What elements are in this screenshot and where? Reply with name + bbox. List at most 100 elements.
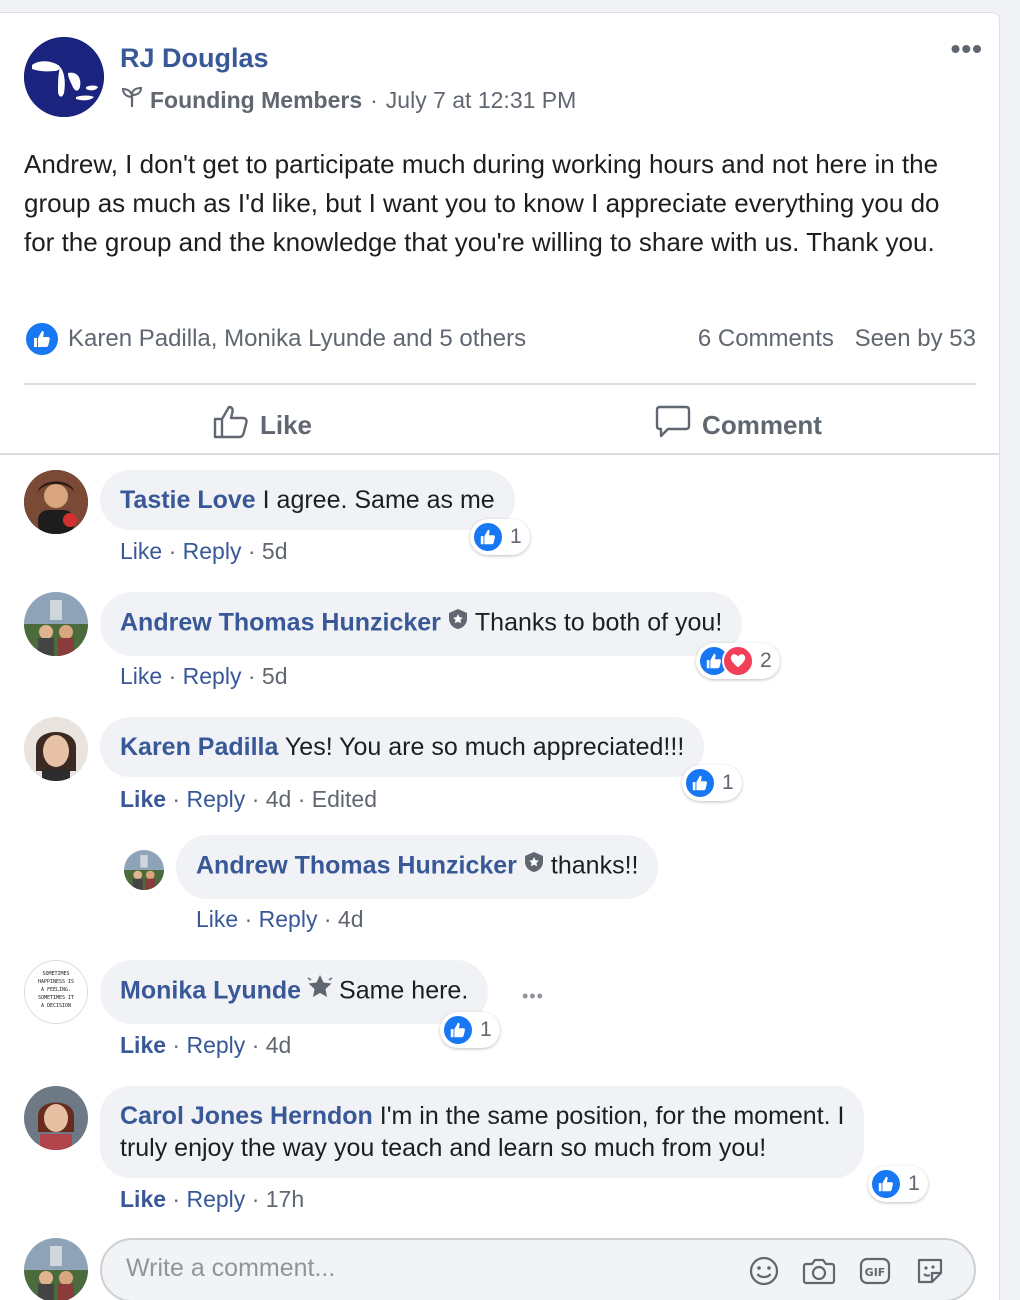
sprout-icon — [120, 85, 144, 115]
shield-star-icon[interactable] — [523, 849, 545, 881]
smiley-icon[interactable] — [748, 1255, 780, 1287]
svg-text:SOMETIMES IT: SOMETIMES IT — [38, 995, 74, 1001]
write-comment-input[interactable] — [126, 1254, 686, 1283]
comment-text: I agree. Same as me — [262, 486, 495, 514]
comment-text: thanks!! — [550, 851, 639, 880]
commenter-name[interactable]: Carol Jones Herndon — [120, 1102, 373, 1130]
svg-text:HAPPINESS IS: HAPPINESS IS — [38, 979, 74, 985]
composer-tools: GIF — [726, 1255, 946, 1287]
comment-time[interactable]: 4d — [266, 786, 292, 812]
author-avatar[interactable] — [24, 37, 104, 117]
comment-text-line1: I'm in the same position, for the moment… — [379, 1102, 845, 1130]
post-meta: Founding Members · July 7 at 12:31 PM — [120, 85, 576, 115]
post-more-options-button[interactable]: ••• — [951, 33, 983, 65]
camera-icon[interactable] — [802, 1255, 836, 1287]
post-action-bar: Like Comment — [24, 395, 976, 455]
comment-actions: Like · Reply · 5d — [120, 538, 288, 564]
gif-icon[interactable]: GIF — [858, 1255, 892, 1287]
comment-time[interactable]: 5d — [262, 538, 288, 564]
comment-time[interactable]: 4d — [338, 906, 364, 932]
heart-icon — [722, 645, 754, 677]
comment-actions: Like · Reply · 4d · Edited — [120, 786, 378, 812]
shield-star-icon[interactable] — [447, 606, 469, 638]
comment-composer: GIF — [100, 1238, 976, 1300]
comment-reply-link[interactable]: Reply — [186, 1032, 245, 1058]
comment-like-link[interactable]: Like — [120, 538, 162, 564]
comment-like-link[interactable]: Like — [120, 663, 162, 689]
current-user-avatar[interactable] — [24, 1238, 88, 1300]
speech-bubble-icon — [654, 404, 702, 447]
like-button-label: Like — [259, 409, 313, 440]
comment-actions: Like · Reply · 17h — [120, 1186, 305, 1212]
commenter-avatar[interactable] — [24, 1086, 88, 1150]
post-author-name[interactable]: RJ Douglas — [120, 43, 269, 74]
commenter-name[interactable]: Andrew Thomas Hunzicker — [120, 609, 441, 637]
comments-count[interactable]: 6 Comments — [698, 325, 834, 352]
comment-time[interactable]: 4d — [266, 1032, 292, 1058]
seen-by-count[interactable]: Seen by 53 — [855, 325, 976, 352]
comment-bubble: Tastie Love I agree. Same as me — [100, 470, 515, 530]
reaction-count: 1 — [722, 771, 734, 794]
comment-button-label: Comment — [702, 409, 822, 440]
commenter-name[interactable]: Monika Lyunde — [120, 977, 301, 1005]
comment-reply-link[interactable]: Reply — [259, 906, 318, 932]
post-timestamp[interactable]: July 7 at 12:31 PM — [386, 87, 577, 114]
svg-text:GIF: GIF — [865, 1266, 886, 1279]
comment-reactions[interactable]: 1 — [868, 1166, 928, 1202]
commenter-name[interactable]: Andrew Thomas Hunzicker — [196, 852, 517, 880]
comment-like-link[interactable]: Like — [120, 786, 166, 812]
comment-more-options[interactable]: ••• — [522, 986, 544, 1007]
comment-reactions[interactable]: 2 — [696, 643, 780, 679]
comment-text: Same here. — [339, 976, 469, 1005]
comment-actions: Like · Reply · 4d — [120, 1032, 292, 1058]
commenter-avatar[interactable] — [24, 470, 88, 534]
like-button[interactable]: Like — [24, 395, 500, 455]
thumbs-up-icon — [442, 1014, 474, 1046]
comment-reactions[interactable]: 1 — [440, 1012, 500, 1048]
comment-bubble: Andrew Thomas Hunzicker Thanks to both of… — [100, 592, 743, 656]
thumbs-up-icon — [870, 1168, 902, 1200]
comment-reply-link[interactable]: Reply — [183, 538, 242, 564]
reply-actions: Like · Reply · 4d — [196, 906, 364, 932]
reactions-summary: Karen Padilla, Monika Lyunde and 5 other… — [24, 321, 976, 357]
comment-time[interactable]: 5d — [262, 663, 288, 689]
comment-actions: Like · Reply · 5d — [120, 663, 288, 689]
thumbs-up-icon — [212, 404, 260, 447]
comment-reply-link[interactable]: Reply — [186, 786, 245, 812]
svg-text:A FEELING.: A FEELING. — [41, 987, 71, 993]
comment-bubble: Monika Lyunde Same here. — [100, 960, 489, 1024]
comment-reply-link[interactable]: Reply — [186, 1186, 245, 1212]
comment-reactions[interactable]: 1 — [682, 765, 742, 801]
comment-text: Yes! You are so much appreciated!!! — [284, 733, 685, 761]
comment-bubble: Karen Padilla Yes! You are so much appre… — [100, 717, 705, 777]
comment-like-link[interactable]: Like — [120, 1032, 166, 1058]
comment-like-link[interactable]: Like — [196, 906, 238, 932]
commenter-name[interactable]: Karen Padilla — [120, 733, 278, 761]
reaction-count: 2 — [760, 649, 772, 672]
reactions-names[interactable]: Karen Padilla, Monika Lyunde and 5 other… — [68, 325, 526, 353]
edited-label[interactable]: Edited — [312, 786, 377, 812]
comment-time[interactable]: 17h — [266, 1186, 304, 1212]
reaction-count: 1 — [908, 1172, 920, 1195]
star-icon[interactable] — [307, 974, 333, 1006]
comment-reactions[interactable]: 1 — [470, 519, 530, 555]
svg-text:A DECISION: A DECISION — [41, 1003, 71, 1009]
commenter-avatar[interactable] — [24, 717, 88, 781]
commenter-avatar[interactable] — [24, 592, 88, 656]
comment-button[interactable]: Comment — [500, 395, 976, 455]
comment-bubble: Carol Jones Herndon I'm in the same posi… — [100, 1086, 865, 1178]
comment-text: Thanks to both of you! — [474, 608, 723, 637]
meta-separator: · — [370, 86, 378, 113]
like-reaction-icon[interactable] — [24, 321, 60, 357]
group-badge-label[interactable]: Founding Members — [150, 87, 362, 114]
commenter-name[interactable]: Tastie Love — [120, 486, 256, 514]
reply-avatar[interactable] — [124, 850, 164, 890]
comment-reply-link[interactable]: Reply — [183, 663, 242, 689]
commenter-avatar[interactable]: SOMETIMES HAPPINESS IS A FEELING. SOMETI… — [24, 960, 88, 1024]
comment-text-line2: truly enjoy the way you teach and learn … — [120, 1134, 767, 1162]
thumbs-up-icon — [684, 767, 716, 799]
sticker-icon[interactable] — [914, 1255, 946, 1287]
post-body-text: Andrew, I don't get to participate much … — [24, 149, 940, 257]
reaction-count: 1 — [480, 1018, 492, 1041]
comment-like-link[interactable]: Like — [120, 1186, 166, 1212]
